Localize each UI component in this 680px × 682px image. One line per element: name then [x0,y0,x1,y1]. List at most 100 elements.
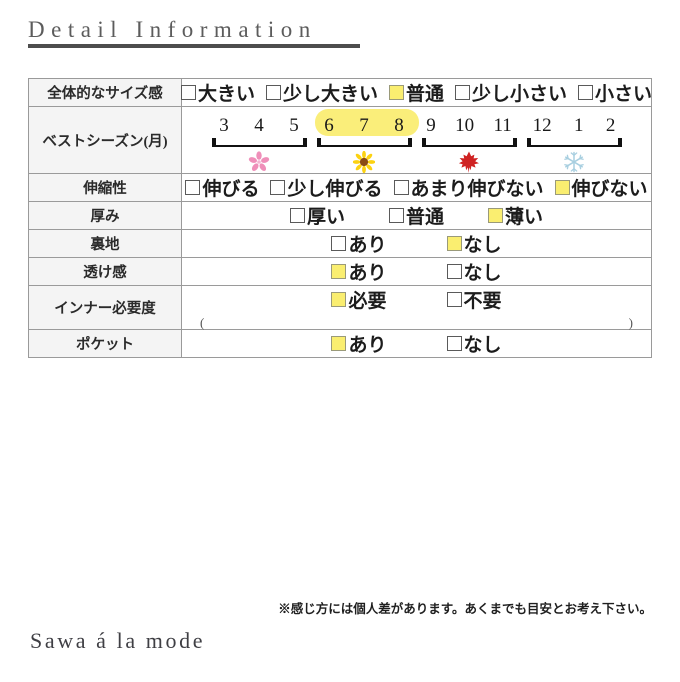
option-inner-need-0[interactable]: 必要 [331,286,387,313]
checkbox-icon[interactable] [270,180,286,195]
checkbox-checked-icon[interactable] [488,208,503,223]
option-label: 少し大きい [282,84,378,105]
option-size-2[interactable]: 普通 [389,79,444,106]
table-row: 透け感 あり なし [28,257,652,286]
option-size-0[interactable]: 大きい [180,79,255,106]
paren-left: ( [200,315,205,330]
row-value-size: 大きい 少し大きい 普通 少し小さい 小さい [180,78,652,107]
season-group-spring: 3 4 5 [207,107,312,174]
option-label: あまり伸びない [410,179,544,200]
month-label: 12 [532,115,552,136]
option-label: 伸びない [571,179,648,200]
option-group-thickness: 厚い 普通 薄い [182,202,651,229]
checkbox-icon[interactable] [578,85,594,100]
option-pocket-0[interactable]: あり [331,330,387,357]
row-value-best-season: 3 4 5 6 7 8 9 10 11 12 1 2 [181,106,652,174]
option-label: 少し伸びる [287,179,383,200]
month-label: 2 [605,115,616,136]
page-title: Detail Information [28,17,317,42]
month-label: 3 [219,115,229,136]
bracket-bar [421,144,517,147]
bracket-bar [526,144,622,147]
option-thickness-2[interactable]: 薄い [488,202,543,229]
option-label: なし [463,335,502,356]
season-months-summer: 6 7 8 [312,107,417,135]
row-value-thickness: 厚い 普通 薄い [181,201,652,230]
checkbox-checked-icon[interactable] [446,236,462,251]
option-thickness-1[interactable]: 普通 [388,202,444,229]
season-months-autumn: 9 10 11 [417,107,522,135]
option-inner-need-1[interactable]: 不要 [446,286,502,313]
checkbox-icon[interactable] [289,208,305,223]
checkbox-icon[interactable] [446,292,462,307]
row-label-pocket: ポケット [28,329,182,358]
option-stretch-3[interactable]: 伸びない [554,174,648,201]
checkbox-checked-icon[interactable] [331,264,347,279]
checkbox-icon[interactable] [393,180,409,195]
option-label: なし [463,235,502,256]
option-stretch-2[interactable]: あまり伸びない [393,174,544,201]
option-group-lining: あり なし [182,230,651,257]
option-label: 小さい [595,84,653,105]
month-label: 4 [254,115,264,136]
checkbox-icon[interactable] [388,208,404,223]
title-underline [28,44,360,49]
season-bracket-summer [316,136,412,147]
checkbox-icon[interactable] [185,180,201,195]
option-label: 普通 [405,207,444,228]
option-stretch-0[interactable]: 伸びる [185,174,259,201]
bracket-cap-right [302,138,307,147]
checkbox-icon[interactable] [180,85,196,100]
season-group-autumn: 9 10 11 [417,107,522,174]
option-group-pocket: あり なし [182,330,651,357]
table-body: 全体的なサイズ感 大きい 少し大きい 普通 少し小さい 小さい ベストシーズン(… [28,78,652,358]
checkbox-checked-icon[interactable] [331,336,347,351]
option-pocket-1[interactable]: なし [446,330,502,357]
checkbox-icon[interactable] [455,85,471,100]
option-size-1[interactable]: 少し大きい [265,79,378,106]
checkbox-checked-icon[interactable] [331,292,347,307]
option-lining-0[interactable]: あり [331,230,387,257]
season-months-winter: 12 1 2 [522,107,627,135]
maple-leaf-icon [417,150,522,174]
option-group-sheerness: あり なし [182,258,651,285]
checkbox-icon[interactable] [265,85,281,100]
option-sheerness-0[interactable]: あり [331,258,387,285]
option-lining-1[interactable]: なし [446,230,502,257]
row-label-sheerness: 透け感 [28,257,182,286]
row-label-lining: 裏地 [28,229,182,258]
checkbox-icon[interactable] [331,236,347,251]
option-group-stretch: 伸びる 少し伸びる あまり伸びない 伸びない [182,174,651,201]
table-row: ベストシーズン(月) 3 4 5 6 7 8 9 10 11 12 1 2 [28,106,652,174]
checkbox-icon[interactable] [446,336,462,351]
season-bracket-autumn [421,136,517,147]
option-size-3[interactable]: 少し小さい [455,79,567,106]
checkbox-checked-icon[interactable] [554,180,570,195]
option-label: あり [348,335,387,356]
option-sheerness-1[interactable]: なし [446,258,502,285]
option-label: あり [348,235,387,256]
inner-need-note-parens: ( ) [182,315,651,330]
season-group-winter: 12 1 2 [522,107,627,174]
option-label: 普通 [406,84,445,105]
row-label-best-season: ベストシーズン(月) [28,106,182,174]
row-label-thickness: 厚み [28,201,182,230]
checkbox-checked-icon[interactable] [389,85,404,100]
season-group-summer: 6 7 8 [312,107,417,174]
option-size-4[interactable]: 小さい [578,79,652,106]
option-stretch-1[interactable]: 少し伸びる [270,174,383,201]
paren-right: ) [628,315,633,330]
option-label: あり [348,263,387,284]
bracket-bar [211,144,307,147]
row-value-stretch: 伸びる 少し伸びる あまり伸びない 伸びない [181,173,652,202]
month-label: 7 [359,115,369,136]
table-row: 伸縮性 伸びる 少し伸びる あまり伸びない 伸びない [28,173,652,202]
month-label: 9 [426,115,436,136]
month-label: 6 [324,115,334,136]
option-thickness-0[interactable]: 厚い [289,202,345,229]
checkbox-icon[interactable] [446,264,462,279]
month-label: 1 [573,115,584,136]
season-scale: 3 4 5 6 7 8 9 10 11 12 1 2 [182,107,651,174]
table-row: ポケット あり なし [28,329,652,358]
option-label: 伸びる [202,179,260,200]
